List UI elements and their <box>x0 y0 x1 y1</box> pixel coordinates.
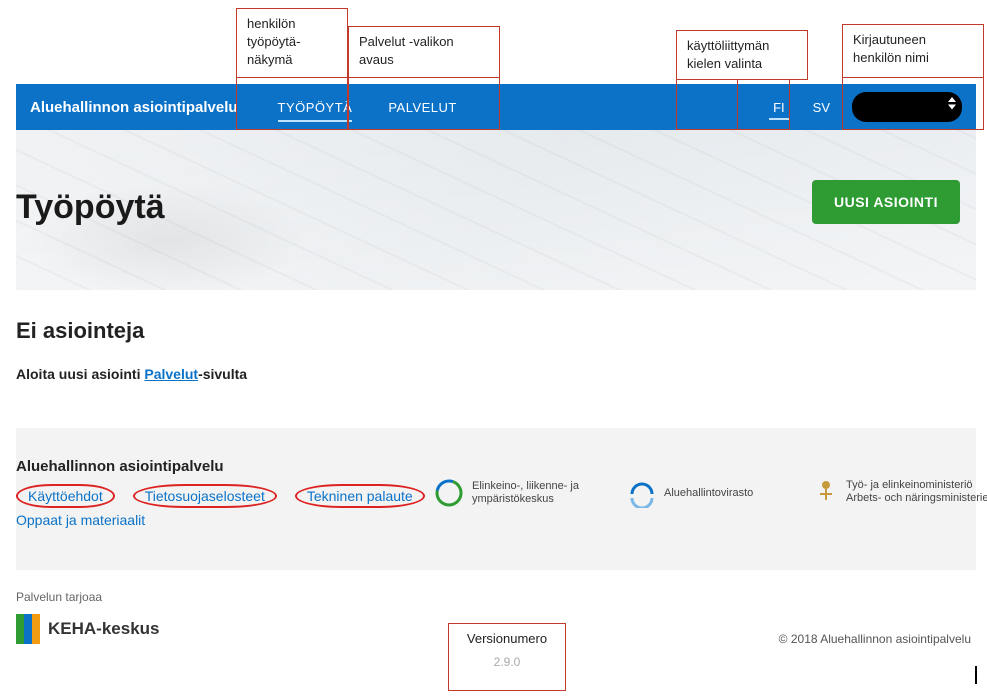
footer-panel: Aluehallinnon asiointipalvelu Käyttöehdo… <box>16 428 976 570</box>
callout-language-select: käyttöliittymän kielen valinta <box>676 30 808 80</box>
services-link[interactable]: Palvelut <box>144 366 198 382</box>
footer-links-row: Käyttöehdot Tietosuojaselosteet Tekninen… <box>16 484 425 508</box>
ely-icon <box>434 478 464 508</box>
nav-desktop[interactable]: TYÖPÖYTÄ <box>260 84 371 130</box>
version-number: 2.9.0 <box>459 654 555 671</box>
language-switcher: FI SV <box>759 84 844 130</box>
user-menu[interactable] <box>852 92 962 122</box>
avi-icon <box>628 480 656 508</box>
callout-services-menu: Palvelut -valikon avaus <box>348 26 500 78</box>
hero-banner: Työpöytä UUSI ASIOINTI <box>16 130 976 290</box>
keha-bars-icon <box>16 614 40 644</box>
tem-label: Työ- ja elinkeinoministeriö Arbets- och … <box>846 479 987 505</box>
lang-fi[interactable]: FI <box>759 84 799 130</box>
lang-sv[interactable]: SV <box>799 84 844 130</box>
privacy-link[interactable]: Tietosuojaselosteet <box>145 488 265 504</box>
copyright: © 2018 Aluehallinnon asiointipalvelu <box>779 632 971 646</box>
callout-version-label: Versionumero <box>459 630 555 648</box>
callout-version: Versionumero 2.9.0 <box>448 623 566 691</box>
avi-label: Aluehallintovirasto <box>664 487 753 500</box>
keha-logo: KEHA-keskus <box>16 614 160 644</box>
main-nav: TYÖPÖYTÄ PALVELUT <box>260 84 475 130</box>
start-prefix: Aloita uusi asiointi <box>16 366 144 382</box>
keha-text: KEHA-keskus <box>48 619 160 639</box>
ely-label: Elinkeino-, liikenne- ja ympäristökeskus <box>472 480 614 506</box>
header-bar: Aluehallinnon asiointipalvelu TYÖPÖYTÄ P… <box>16 84 976 130</box>
oval-highlight: Tietosuojaselosteet <box>133 484 277 508</box>
page-title: Työpöytä <box>16 188 165 227</box>
logo-avi: Aluehallintovirasto <box>628 480 788 508</box>
no-cases-heading: Ei asiointeja <box>16 318 144 344</box>
text-cursor <box>975 666 977 684</box>
new-case-button[interactable]: UUSI ASIOINTI <box>812 180 960 224</box>
oval-highlight: Tekninen palaute <box>295 484 425 508</box>
logo-tem: Työ- ja elinkeinoministeriö Arbets- och … <box>814 478 987 506</box>
callout-desktop-view: henkilön työpöytä-näkymä <box>236 8 348 78</box>
start-new-paragraph: Aloita uusi asiointi Palvelut-sivulta <box>16 366 247 382</box>
terms-link[interactable]: Käyttöehdot <box>28 488 103 504</box>
footer-title: Aluehallinnon asiointipalvelu <box>16 458 224 475</box>
provider-label: Palvelun tarjoaa <box>16 590 102 604</box>
brand-title: Aluehallinnon asiointipalvelu <box>16 99 238 116</box>
oval-highlight: Käyttöehdot <box>16 484 115 508</box>
logo-ely: Elinkeino-, liikenne- ja ympäristökeskus <box>434 478 614 508</box>
start-suffix: -sivulta <box>198 366 247 382</box>
callout-user-name: Kirjautuneen henkilön nimi <box>842 24 984 78</box>
nav-services[interactable]: PALVELUT <box>370 84 475 130</box>
feedback-link[interactable]: Tekninen palaute <box>307 488 413 504</box>
tem-icon <box>814 478 838 506</box>
guides-link[interactable]: Oppaat ja materiaalit <box>16 512 145 528</box>
